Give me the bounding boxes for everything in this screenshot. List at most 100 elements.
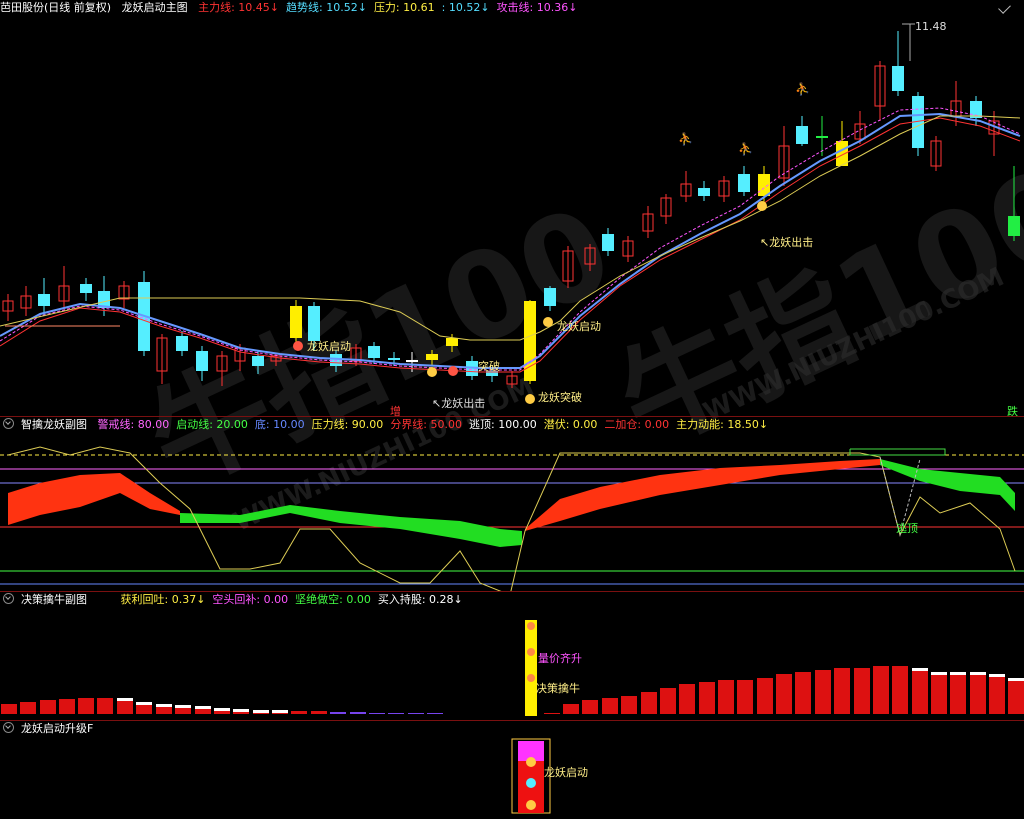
sub-chart-upgrade[interactable]: 龙妖启动升级F 龙妖启动 [0, 721, 1024, 819]
sub1-field: 二加仓: 0.00 [604, 418, 670, 431]
bar [815, 670, 831, 714]
bar [854, 668, 870, 714]
bar [544, 713, 560, 714]
decision-bar-chart[interactable] [0, 608, 1024, 720]
bar-cap [1008, 678, 1024, 681]
signal-bar [525, 620, 537, 716]
annotation-qidong: 龙妖启动 [307, 340, 351, 353]
candlestick-chart[interactable]: ⛹ ⛹ ⛹ [0, 16, 1024, 416]
sub2-title[interactable]: 决策擒牛副图 [21, 593, 87, 606]
high-price-label: 11.48 [915, 20, 947, 33]
annotation-tupo: 突破 [478, 360, 500, 373]
bar [291, 711, 307, 714]
candle-body [796, 126, 808, 144]
main-force-line [0, 117, 1021, 373]
sub1-field: 逃顶: 100.00 [469, 418, 537, 431]
bar [931, 672, 947, 714]
butterfly-icon [448, 366, 458, 376]
candle-body [698, 188, 710, 196]
candle-body [308, 306, 320, 341]
bar [563, 704, 579, 714]
sub1-field: 潜伏: 0.00 [543, 418, 598, 431]
bar [369, 713, 385, 714]
bar [1, 704, 17, 714]
person-icon: ⛹ [795, 81, 810, 96]
bull-ribbon [525, 459, 880, 531]
annotation-chuji: ↖龙妖出击 [432, 397, 486, 410]
sub1-field: 主力动能: 18.50↓ [676, 418, 769, 431]
sub2-field: 空头回补: 0.00 [212, 593, 289, 606]
moneybag-icon [757, 201, 767, 211]
main-chart-panel[interactable]: 芭田股份(日线 前复权) 龙妖启动主图 主力线: 10.45↓ 趋势线: 10.5… [0, 0, 1024, 538]
label-start: 龙妖启动 [544, 766, 588, 779]
stock-title: 芭田股份(日线 前复权) [0, 1, 112, 14]
bar [776, 674, 792, 714]
bar [1008, 678, 1024, 714]
bar-cap [136, 702, 152, 705]
expand-circle-icon[interactable] [3, 593, 14, 604]
bar [408, 713, 424, 714]
moneybag-icon [427, 367, 437, 377]
butterfly-icon [526, 800, 536, 810]
bar [970, 672, 986, 714]
bar [873, 666, 889, 714]
main-chart-header: 芭田股份(日线 前复权) 龙妖启动主图 主力线: 10.45↓ 趋势线: 10.5… [0, 0, 1024, 16]
candle-body [426, 354, 438, 360]
sub2-field: 获利回吐: 0.37↓ [120, 593, 206, 606]
candle-body [80, 284, 92, 293]
bear-ribbon [180, 505, 522, 547]
bar-cap [970, 672, 986, 675]
bar-cap [253, 710, 269, 713]
sub1-indicator-values: 警戒线: 80.00 启动线: 20.00 底: 10.00 压力线: 90.00 分界… [98, 418, 776, 431]
bar [660, 688, 676, 714]
expand-circle-icon[interactable] [3, 418, 14, 429]
bar [621, 696, 637, 714]
candle-body [892, 66, 904, 91]
candle-body [196, 351, 208, 371]
sub3-title[interactable]: 龙妖启动升级F [21, 722, 93, 735]
upgrade-signal-chart[interactable] [0, 737, 1024, 819]
indicator-name[interactable]: 龙妖启动主图 [122, 1, 188, 14]
bar [699, 682, 715, 714]
bar [950, 672, 966, 714]
butterfly-icon [526, 778, 536, 788]
main-field: : 10.52↓ [441, 1, 490, 14]
sub2-field: 坚绝做空: 0.00 [295, 593, 371, 606]
bar-cap [950, 672, 966, 675]
longyao-oscillator[interactable] [0, 433, 1024, 591]
sub-chart-longyao[interactable]: 智擒龙妖副图 警戒线: 80.00 启动线: 20.00 底: 10.00 压力线: … [0, 417, 1024, 591]
bear-ribbon [880, 459, 1015, 511]
bar [20, 702, 36, 714]
bar [892, 666, 908, 714]
bar-cap [156, 704, 172, 707]
bar [834, 668, 850, 714]
sub1-title[interactable]: 智擒龙妖副图 [21, 418, 87, 431]
candle-body [446, 338, 458, 346]
person-icon: ⛹ [678, 131, 693, 146]
moneybag-icon [527, 622, 535, 630]
bar [59, 699, 75, 714]
bar-cap [912, 668, 928, 671]
bar-cap [214, 708, 230, 711]
bar [757, 678, 773, 714]
bar [311, 711, 327, 714]
candle-body [738, 174, 750, 192]
bar [330, 712, 346, 714]
attack-line [0, 107, 1021, 371]
sub2-field: 买入持股: 0.28↓ [377, 593, 463, 606]
main-field: 主力线: 10.45↓ [198, 1, 280, 14]
sub1-field: 压力线: 90.00 [311, 418, 384, 431]
sub1-field: 底: 10.00 [254, 418, 305, 431]
sub1-field: 分界线: 50.00 [390, 418, 463, 431]
expand-circle-icon[interactable] [3, 722, 14, 733]
candle-body [368, 346, 380, 358]
bar [795, 672, 811, 714]
bar [602, 698, 618, 714]
escape-top-label: 逃顶 [896, 522, 918, 535]
bar [97, 698, 113, 714]
bar-cap [175, 705, 191, 708]
sub-chart-decision[interactable]: 决策擒牛副图 获利回吐: 0.37↓ 空头回补: 0.00 坚绝做空: 0.00 买入… [0, 592, 1024, 720]
main-indicator-values: 主力线: 10.45↓ 趋势线: 10.52↓ 压力: 10.61: 10.52↓ 攻… [198, 1, 584, 14]
bar-cap [195, 706, 211, 709]
bar [718, 680, 734, 714]
